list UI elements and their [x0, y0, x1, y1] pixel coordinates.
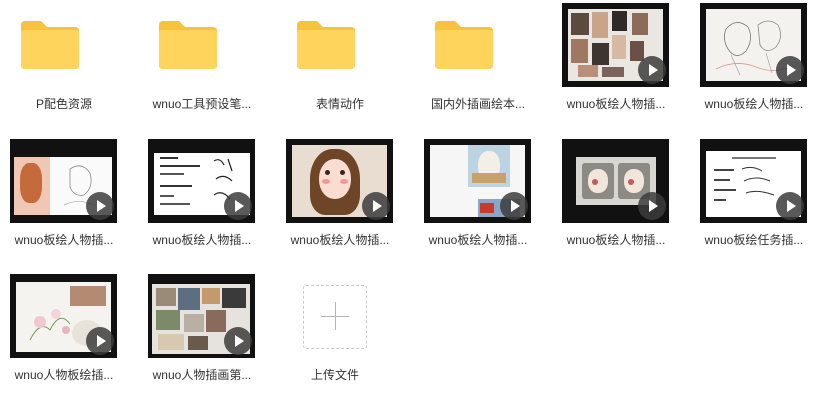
video-item[interactable]: wnuo人物板绘插... — [0, 271, 128, 399]
folder-item[interactable]: wnuo工具预设笔... — [138, 0, 266, 128]
file-name: 表情动作 — [315, 97, 364, 111]
video-thumbnail — [10, 139, 117, 223]
video-thumbnail — [10, 274, 117, 358]
folder-icon — [21, 21, 79, 69]
file-name: wnuo板绘人物插... — [152, 233, 252, 247]
file-name: wnuo板绘人物插... — [14, 233, 114, 247]
file-grid: P配色资源 wnuo工具预设笔... 表情动作 国内外插画绘本... wnuo板… — [0, 0, 828, 412]
video-thumbnail — [700, 139, 807, 223]
video-thumbnail — [148, 274, 255, 358]
play-icon — [362, 192, 390, 220]
file-name: wnuo板绘人物插... — [290, 233, 390, 247]
play-icon — [776, 56, 804, 84]
file-name: wnuo人物插画第... — [152, 368, 252, 382]
video-thumbnail — [148, 139, 255, 223]
video-item[interactable]: wnuo人物插画第... — [138, 271, 266, 399]
video-item[interactable]: wnuo板绘人物插... — [552, 136, 680, 264]
file-name: wnuo板绘人物插... — [566, 233, 666, 247]
upload-label: 上传文件 — [310, 368, 359, 382]
video-item[interactable]: wnuo板绘人物插... — [414, 136, 542, 264]
upload-file-button[interactable]: 上传文件 — [271, 271, 399, 399]
play-icon — [224, 192, 252, 220]
play-icon — [638, 192, 666, 220]
play-icon — [224, 327, 252, 355]
video-item[interactable]: wnuo板绘人物插... — [0, 136, 128, 264]
video-item[interactable]: wnuo板绘人物插... — [276, 136, 404, 264]
file-name: wnuo板绘人物插... — [566, 97, 666, 111]
video-item[interactable]: wnuo板绘人物插... — [138, 136, 266, 264]
video-item[interactable]: wnuo板绘人物插... — [552, 0, 680, 128]
video-thumbnail — [286, 139, 393, 223]
file-name: wnuo板绘人物插... — [704, 97, 804, 111]
file-name: wnuo板绘人物插... — [428, 233, 528, 247]
file-name: 国内外插画绘本... — [430, 97, 525, 111]
folder-item[interactable]: 表情动作 — [276, 0, 404, 128]
folder-item[interactable]: P配色资源 — [0, 0, 128, 128]
video-item[interactable]: wnuo板绘人物插... — [690, 0, 818, 128]
plus-icon — [303, 285, 367, 349]
video-thumbnail — [562, 139, 669, 223]
folder-item[interactable]: 国内外插画绘本... — [414, 0, 542, 128]
folder-icon — [435, 21, 493, 69]
video-thumbnail — [562, 3, 669, 87]
play-icon — [776, 192, 804, 220]
file-name: P配色资源 — [35, 97, 92, 111]
play-icon — [638, 56, 666, 84]
folder-icon — [297, 21, 355, 69]
video-thumbnail — [424, 139, 531, 223]
play-icon — [86, 192, 114, 220]
play-icon — [86, 327, 114, 355]
file-name: wnuo人物板绘插... — [14, 368, 114, 382]
file-name: wnuo板绘任务插... — [704, 233, 804, 247]
file-name: wnuo工具预设笔... — [152, 97, 252, 111]
video-item[interactable]: wnuo板绘任务插... — [690, 136, 818, 264]
play-icon — [500, 192, 528, 220]
folder-icon — [159, 21, 217, 69]
video-thumbnail — [700, 3, 807, 87]
